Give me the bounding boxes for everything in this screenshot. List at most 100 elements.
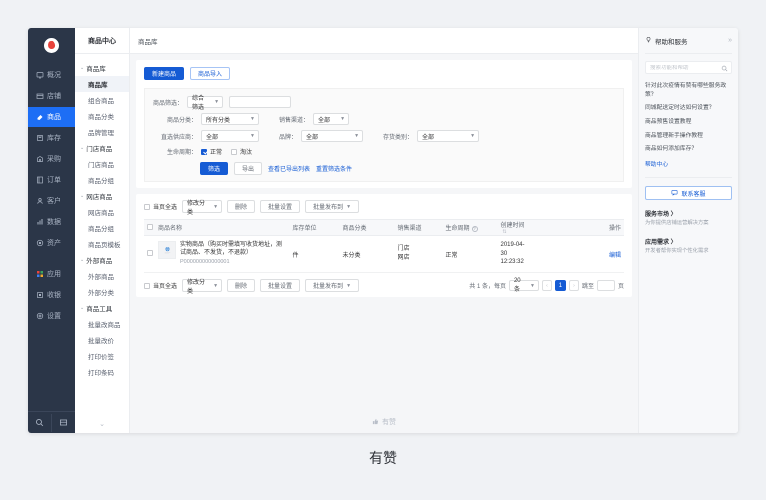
reset-filter-link[interactable]: 重置筛选条件 [316,164,352,173]
sidebar-item-external-category[interactable]: 外部分类 [75,284,129,300]
sidebar-item-customer[interactable]: 客户 [28,191,75,211]
sidebar-item-cashier[interactable]: 收银 [28,285,75,305]
sidebar-item-batch-edit-price[interactable]: 批量改价 [75,332,129,348]
page-number-1[interactable]: 1 [555,280,566,291]
select-value: 所有分类 [206,115,230,124]
sidebar-item-store-group[interactable]: 商品分组 [75,172,129,188]
header-checkbox-cell [144,220,155,236]
sidebar-item-stock[interactable]: 库存 [28,128,75,148]
batch-setting-button[interactable]: 批量设置 [260,200,300,213]
sidebar-item-print-barcode[interactable]: 打印条码 [75,364,129,380]
prev-page-button[interactable]: ‹ [542,280,552,291]
sidebar-item-asset[interactable]: 资产 [28,233,75,253]
select-all-page-bottom[interactable]: 当页全选 [144,281,177,290]
create-product-button[interactable]: 新建商品 [144,67,184,80]
nav-group-store-product[interactable]: ⌄ 门店商品 [75,140,129,156]
sidebar-label: 概况 [47,70,61,80]
supplier-select[interactable]: 全部 ▼ [201,130,259,142]
export-button[interactable]: 导出 [234,162,262,175]
row-select-checkbox[interactable] [147,250,153,256]
nav-group-online-product[interactable]: ⌄ 网店商品 [75,188,129,204]
sidebar-item-product-category[interactable]: 商品分类 [75,108,129,124]
product-name-text[interactable]: 实物商品（购买时需填写收货地址，测试商品、不发货，不退款） P000000000… [180,241,287,267]
header-created[interactable]: 创建时间⇅ [498,220,530,236]
batch-publish-button-bottom[interactable]: 批量发布到 ▼ [305,279,359,292]
lifecycle-normal-checkbox[interactable] [201,149,207,155]
change-category-dropdown-bottom[interactable]: 修改分类 ▼ [182,279,222,292]
sidebar-item-data[interactable]: 数据 [28,212,75,232]
sidebar-item-brand-manage[interactable]: 品牌管理 [75,124,129,140]
select-all-checkbox-bottom[interactable] [144,283,150,289]
cashier-icon [35,291,44,300]
lifecycle-obsolete-label: 淘汰 [240,147,252,156]
sidebar-item-online-group[interactable]: 商品分组 [75,220,129,236]
category-select[interactable]: 所有分类 ▼ [201,113,259,125]
delete-button-bottom[interactable]: 删除 [227,279,255,292]
channel-select[interactable]: 全部 ▼ [313,113,349,125]
sidebar-collapse-button[interactable] [51,414,75,432]
nav-leaf-label: 商品分组 [88,223,114,233]
sidebar-item-apps[interactable]: 应用 [28,264,75,284]
stock-type-select[interactable]: 全部 ▼ [417,130,479,142]
question-icon[interactable]: ? [472,226,478,232]
next-page-button[interactable]: › [569,280,579,291]
order-icon [35,176,44,185]
chevron-down-icon: ▼ [213,283,218,289]
sidebar-item-overview[interactable]: 概况 [28,65,75,85]
brand-select[interactable]: 全部 ▼ [301,130,363,142]
help-search-input[interactable] [650,65,721,71]
help-link-0[interactable]: 针对此次疫情有赞有哪些服务政策？ [645,82,732,99]
sidebar-search-button[interactable] [28,414,51,432]
collapse-right-icon[interactable]: » [728,37,732,44]
view-exported-list-link[interactable]: 查看已导出列表 [268,164,310,173]
cell-unit: 件 [290,236,340,273]
sidebar-item-shop[interactable]: 店铺 [28,86,75,106]
sidebar-item-external-product[interactable]: 外部商品 [75,268,129,284]
sidebar-item-product-page-template[interactable]: 商品页模板 [75,236,129,252]
jump-page-input[interactable] [597,280,615,291]
select-value: 全部 [318,115,330,124]
nav-group-product-library[interactable]: ⌄ 商品库 [75,60,129,76]
nav-group-external-product[interactable]: ⌄ 外部商品 [75,252,129,268]
sidebar-item-order[interactable]: 订单 [28,170,75,190]
sidebar-item-store-product[interactable]: 门店商品 [75,156,129,172]
select-all-page[interactable]: 当页全选 [144,202,177,211]
product-filter-input[interactable] [229,96,291,108]
apply-filter-button[interactable]: 筛选 [200,162,228,175]
help-search-box[interactable] [645,61,732,74]
chevron-down-icon: ▼ [213,204,218,210]
sidebar-item-combo-product[interactable]: 组合商品 [75,92,129,108]
help-link-4[interactable]: 商品如何添加库存？ [645,145,732,154]
secondary-sidebar-collapse[interactable]: ⌄ [75,415,129,433]
header-lifecycle: 生命周期? [443,220,498,236]
sidebar-item-goods[interactable]: 商品 [28,107,75,127]
app-logo[interactable] [28,32,75,58]
help-link-2[interactable]: 商品预售设置教程 [645,118,732,127]
page-size-select[interactable]: 20 条 ▼ [509,280,539,291]
lifecycle-obsolete-checkbox[interactable] [231,149,237,155]
help-center-link[interactable]: 帮助中心 [645,159,732,168]
contact-support-button[interactable]: 联系客服 [645,186,732,200]
batch-publish-button[interactable]: 批量发布到 ▼ [305,200,359,213]
help-link-3[interactable]: 商品管理新手操作教程 [645,132,732,141]
sidebar-item-online-product[interactable]: 网店商品 [75,204,129,220]
promo-service-market[interactable]: 服务市场 〉 为你提供店铺运营解决方案 [645,209,732,227]
header-select-all-checkbox[interactable] [147,224,153,230]
promo-app-demand[interactable]: 应用需求 〉 开发者帮你实现个性化需求 [645,237,732,255]
filter-panel: 商品筛选： 综合筛选 ▼ 商品分类： [144,88,624,182]
nav-group-product-tools[interactable]: ⌄ 商品工具 [75,300,129,316]
sidebar-item-purchase[interactable]: 采购 [28,149,75,169]
content-scroll-area: 新建商品 商品导入 商品筛选： 综合筛选 ▼ [130,54,638,411]
delete-button[interactable]: 删除 [227,200,255,213]
sidebar-item-product-library[interactable]: 商品库 [75,76,129,92]
product-filter-select[interactable]: 综合筛选 ▼ [187,96,223,108]
batch-setting-button-bottom[interactable]: 批量设置 [260,279,300,292]
sidebar-item-batch-edit-product[interactable]: 批量改商品 [75,316,129,332]
select-all-checkbox[interactable] [144,204,150,210]
sidebar-item-settings[interactable]: 设置 [28,306,75,326]
change-category-dropdown[interactable]: 修改分类 ▼ [182,200,222,213]
import-product-button[interactable]: 商品导入 [190,67,230,80]
sidebar-item-print-tag[interactable]: 打印价签 [75,348,129,364]
help-link-1[interactable]: 同城配送定时达如何设置？ [645,104,732,113]
edit-link[interactable]: 编辑 [609,253,621,259]
